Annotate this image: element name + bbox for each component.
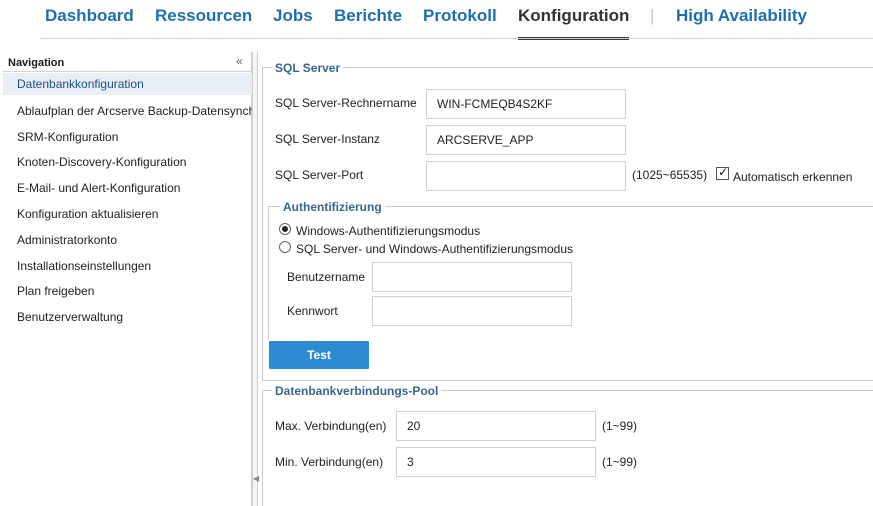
username-input[interactable] bbox=[372, 262, 572, 292]
min-connections-range: (1~99) bbox=[602, 455, 638, 469]
sql-port-range: (1025~65535) bbox=[632, 168, 708, 182]
sidebar-item-konfiguration-aktualisieren[interactable]: Konfiguration aktualisieren bbox=[3, 202, 252, 228]
auth-mixed-radio[interactable] bbox=[279, 241, 291, 253]
sidebar-item-email-alert[interactable]: E-Mail- und Alert-Konfiguration bbox=[3, 176, 252, 202]
auto-detect-checkbox[interactable]: ✓ bbox=[716, 165, 729, 180]
tab-berichte[interactable]: Berichte bbox=[334, 6, 402, 26]
sql-server-fieldset-left-border bbox=[262, 67, 263, 380]
auto-detect-label: Automatisch erkennen bbox=[733, 170, 853, 184]
pool-fieldset-left-border bbox=[262, 390, 263, 506]
test-button[interactable]: Test bbox=[269, 341, 369, 369]
min-connections-input[interactable] bbox=[396, 447, 596, 477]
max-connections-label: Max. Verbindung(en) bbox=[275, 419, 387, 433]
database-config-panel: SQL Server SQL Server-Rechnername SQL Se… bbox=[258, 52, 873, 506]
tab-dashboard[interactable]: Dashboard bbox=[45, 6, 134, 26]
sidebar-title: Navigation bbox=[8, 57, 65, 69]
tab-protokoll[interactable]: Protokoll bbox=[423, 6, 497, 26]
sql-server-fieldset-top-border bbox=[262, 67, 873, 68]
password-input[interactable] bbox=[372, 296, 572, 326]
tab-konfiguration[interactable]: Konfiguration bbox=[518, 6, 630, 40]
auth-legend: Authentifizierung bbox=[280, 200, 385, 214]
sql-port-input[interactable] bbox=[426, 161, 626, 191]
top-navigation: Dashboard Ressourcen Jobs Berichte Proto… bbox=[0, 0, 873, 40]
sql-server-legend: SQL Server bbox=[272, 61, 344, 75]
sidebar: Navigation « Datenbankkonfiguration Abla… bbox=[3, 52, 252, 506]
auth-mixed-label: SQL Server- und Windows-Authentifizierun… bbox=[296, 242, 574, 256]
max-connections-range: (1~99) bbox=[602, 419, 638, 433]
tab-high-availability[interactable]: High Availability bbox=[676, 6, 807, 26]
sidebar-item-knoten-discovery[interactable]: Knoten-Discovery-Konfiguration bbox=[3, 150, 252, 176]
tab-ressourcen[interactable]: Ressourcen bbox=[155, 6, 252, 26]
sidebar-header: Navigation « bbox=[3, 52, 252, 72]
sql-server-fieldset-bottom-border bbox=[262, 380, 873, 381]
sql-host-label: SQL Server-Rechnername bbox=[275, 96, 417, 110]
username-label: Benutzername bbox=[287, 270, 366, 284]
check-icon: ✓ bbox=[718, 165, 729, 179]
auth-windows-radio[interactable] bbox=[279, 223, 291, 235]
sql-host-input[interactable] bbox=[426, 89, 626, 119]
sidebar-item-ablaufplan[interactable]: Ablaufplan der Arcserve Backup-Datensync… bbox=[3, 99, 252, 125]
min-connections-label: Min. Verbindung(en) bbox=[275, 455, 384, 469]
max-connections-input[interactable] bbox=[396, 411, 596, 441]
sql-instance-input[interactable] bbox=[426, 125, 626, 155]
sidebar-item-benutzerverwaltung[interactable]: Benutzerverwaltung bbox=[3, 305, 252, 331]
tab-jobs[interactable]: Jobs bbox=[273, 6, 313, 26]
sidebar-nav-list: Datenbankkonfiguration Ablaufplan der Ar… bbox=[3, 73, 252, 331]
sql-instance-label: SQL Server-Instanz bbox=[275, 132, 380, 146]
sidebar-item-srm[interactable]: SRM-Konfiguration bbox=[3, 125, 252, 151]
sidebar-item-administratorkonto[interactable]: Administratorkonto bbox=[3, 228, 252, 254]
sidebar-item-installationseinstellungen[interactable]: Installationseinstellungen bbox=[3, 254, 252, 280]
sidebar-item-plan-freigeben[interactable]: Plan freigeben bbox=[3, 279, 252, 305]
pool-legend: Datenbankverbindungs-Pool bbox=[272, 384, 442, 398]
sidebar-item-datenbankkonfiguration[interactable]: Datenbankkonfiguration bbox=[3, 73, 252, 95]
topnav-divider bbox=[40, 38, 873, 39]
auth-windows-label: Windows-Authentifizierungsmodus bbox=[296, 224, 481, 238]
sql-port-label: SQL Server-Port bbox=[275, 168, 364, 182]
auth-fieldset-left-border bbox=[268, 206, 269, 340]
password-label: Kennwort bbox=[287, 304, 338, 318]
double-chevron-left-icon[interactable]: « bbox=[236, 54, 243, 68]
tab-separator: | bbox=[650, 6, 655, 25]
